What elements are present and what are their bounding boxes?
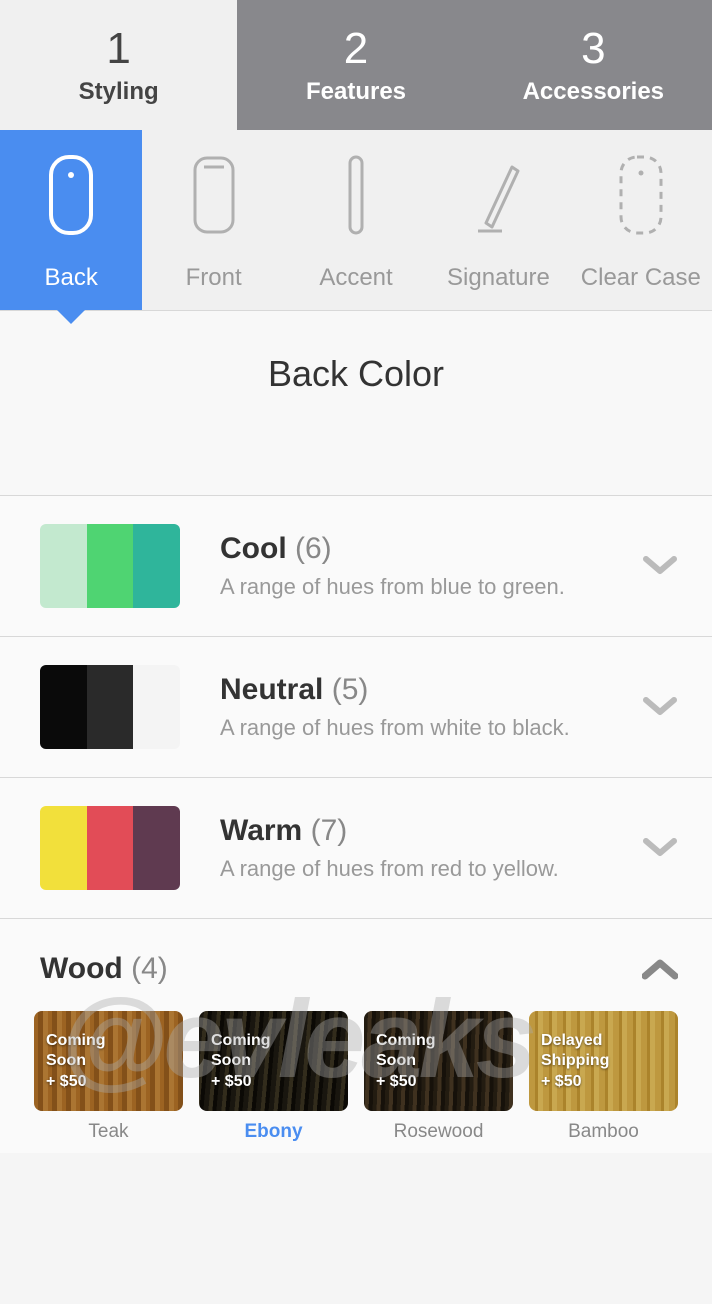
wood-price: + $50 [541, 1073, 666, 1091]
subtab-label: Signature [447, 264, 550, 292]
wood-option-ebony[interactable]: Coming Soon + $50 Ebony [199, 1011, 348, 1143]
category-desc: A range of hues from white to black. [220, 715, 640, 741]
step-label: Styling [79, 78, 159, 106]
step-number: 2 [344, 24, 368, 74]
category-desc: A range of hues from blue to green. [220, 574, 640, 600]
category-title: Warm (7) [220, 814, 640, 848]
category-wood-header[interactable]: Wood (4) [0, 919, 712, 1003]
swatch-color [40, 806, 87, 890]
category-text: Cool (6) A range of hues from blue to gr… [220, 532, 640, 600]
wood-option-bamboo[interactable]: Delayed Shipping + $50 Bamboo [529, 1011, 678, 1143]
subtab-accent[interactable]: Accent [285, 130, 427, 310]
swatch-color [133, 524, 180, 608]
wood-price: + $50 [211, 1073, 336, 1091]
subtab-clear-case[interactable]: Clear Case [570, 130, 712, 310]
wood-option-teak[interactable]: Coming Soon + $50 Teak [34, 1011, 183, 1143]
wood-label: Teak [88, 1121, 128, 1143]
wood-swatch: Coming Soon + $50 [34, 1011, 183, 1111]
category-count: (6) [295, 532, 332, 565]
category-title: Neutral (5) [220, 673, 640, 707]
subtab-signature[interactable]: Signature [427, 130, 569, 310]
category-name: Cool [220, 532, 287, 565]
category-count: (4) [131, 952, 168, 985]
category-text: Warm (7) A range of hues from red to yel… [220, 814, 640, 882]
category-desc: A range of hues from red to yellow. [220, 856, 640, 882]
step-accessories[interactable]: 3 Accessories [475, 0, 712, 130]
chevron-down-icon [640, 687, 680, 727]
category-count: (7) [311, 814, 348, 847]
wood-swatch: Coming Soon + $50 [199, 1011, 348, 1111]
category-warm[interactable]: Warm (7) A range of hues from red to yel… [0, 778, 712, 919]
wood-option-rosewood[interactable]: Coming Soon + $50 Rosewood [364, 1011, 513, 1143]
wood-price: + $50 [46, 1073, 171, 1091]
step-features[interactable]: 2 Features [237, 0, 474, 130]
step-number: 3 [581, 24, 605, 74]
subtab-front[interactable]: Front [142, 130, 284, 310]
section-title: Back Color [0, 311, 712, 495]
subtab-label: Accent [319, 264, 392, 292]
subtab-label: Front [186, 264, 242, 292]
swatch-neutral [40, 665, 180, 749]
step-label: Accessories [523, 78, 664, 106]
wood-label: Ebony [244, 1121, 302, 1143]
swatch-color [133, 806, 180, 890]
step-tabs: 1 Styling 2 Features 3 Accessories [0, 0, 712, 130]
subtab-label: Back [45, 264, 98, 292]
chevron-up-icon [640, 949, 680, 989]
wood-label: Rosewood [394, 1121, 484, 1143]
category-text: Neutral (5) A range of hues from white t… [220, 673, 640, 741]
chevron-down-icon [640, 828, 680, 868]
wood-badge: Coming Soon [376, 1031, 501, 1071]
category-name: Neutral [220, 673, 323, 706]
step-styling[interactable]: 1 Styling [0, 0, 237, 130]
color-categories: Cool (6) A range of hues from blue to gr… [0, 495, 712, 919]
category-neutral[interactable]: Neutral (5) A range of hues from white t… [0, 637, 712, 778]
clear-case-icon [617, 150, 665, 240]
category-name: Wood [40, 952, 123, 985]
wood-swatch: Delayed Shipping + $50 [529, 1011, 678, 1111]
signature-icon [468, 150, 528, 240]
styling-subtabs: Back Front Accent Signature Clear Case [0, 130, 712, 311]
chevron-down-icon [640, 546, 680, 586]
wood-badge: Delayed Shipping [541, 1031, 666, 1071]
wood-price: + $50 [376, 1073, 501, 1091]
wood-items: Coming Soon + $50 Teak Coming Soon + $50… [0, 1003, 712, 1153]
step-label: Features [306, 78, 406, 106]
swatch-color [87, 524, 134, 608]
swatch-color [40, 665, 87, 749]
category-count: (5) [332, 673, 369, 706]
phone-front-icon [192, 150, 236, 240]
accent-icon [344, 150, 368, 240]
category-cool[interactable]: Cool (6) A range of hues from blue to gr… [0, 496, 712, 637]
swatch-warm [40, 806, 180, 890]
wood-swatch: Coming Soon + $50 [364, 1011, 513, 1111]
category-name: Warm [220, 814, 302, 847]
subtab-label: Clear Case [581, 264, 701, 292]
wood-badge: Coming Soon [211, 1031, 336, 1071]
swatch-color [87, 806, 134, 890]
wood-badge: Coming Soon [46, 1031, 171, 1071]
swatch-color [87, 665, 134, 749]
swatch-color [40, 524, 87, 608]
step-number: 1 [106, 24, 130, 74]
phone-back-icon [47, 150, 95, 240]
subtab-back[interactable]: Back [0, 130, 142, 310]
category-title: Cool (6) [220, 532, 640, 566]
wood-label: Bamboo [568, 1121, 639, 1143]
category-title: Wood (4) [40, 952, 640, 986]
swatch-color [133, 665, 180, 749]
swatch-cool [40, 524, 180, 608]
